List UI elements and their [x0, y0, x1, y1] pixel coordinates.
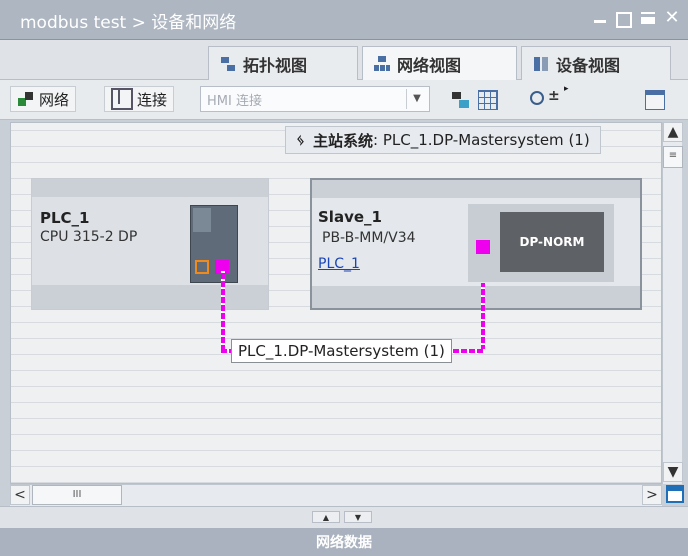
connection-type-select[interactable]: HMI 连接 ▼ [200, 86, 430, 112]
grid-view-icon[interactable] [478, 90, 498, 110]
device-plc1[interactable]: PLC_1 CPU 315-2 DP [31, 178, 269, 310]
cpu-module[interactable] [190, 205, 238, 283]
device-header-stripe [32, 179, 268, 197]
horizontal-scrollbar[interactable]: < III > [10, 484, 662, 506]
window-title: modbus test > 设备和网络 [20, 13, 237, 33]
close-icon[interactable]: ✕ [664, 9, 680, 27]
master-system-prefix: 主站系统 [313, 131, 374, 150]
pin-icon[interactable]: ᛃ [296, 131, 305, 149]
scroll-right-button[interactable]: > [642, 485, 662, 505]
connect-icon [111, 88, 133, 110]
master-system-value: : PLC_1.DP-Mastersystem (1) [373, 131, 590, 149]
tab-label: 设备视图 [556, 55, 621, 75]
collapse-down-icon[interactable]: ▼ [344, 511, 372, 523]
scroll-up-button[interactable]: ▲ [663, 122, 683, 142]
dp-port-icon[interactable] [476, 240, 490, 254]
expand-up-icon[interactable]: ▲ [312, 511, 340, 523]
zoom-control[interactable]: ± ▸ [530, 84, 569, 110]
device-header-stripe [312, 180, 640, 198]
tab-label: 拓扑视图 [243, 55, 308, 75]
view-tabs-bar: 拓扑视图 网络视图 设备视图 [0, 40, 688, 80]
minimize-icon[interactable] [592, 10, 608, 26]
network-button[interactable]: 网络 [10, 86, 77, 112]
chevron-down-icon[interactable]: ▼ [406, 89, 427, 109]
master-link[interactable]: PLC_1 [318, 256, 360, 272]
profibus-line-plc[interactable] [221, 271, 225, 351]
device-footer-stripe [312, 286, 640, 308]
device-view-icon [532, 55, 550, 73]
master-system-indicator[interactable]: ᛃ 主站系统 : PLC_1.DP-Mastersystem (1) [285, 126, 601, 154]
tab-device-view[interactable]: 设备视图 [521, 46, 671, 80]
window-controls: ✕ [592, 9, 680, 28]
topology-view-icon [219, 55, 237, 73]
device-type: PB-B-MM/V34 [322, 230, 416, 246]
profibus-line-slave[interactable] [481, 283, 485, 351]
maximize-icon[interactable] [640, 10, 656, 26]
network-button-label: 网络 [39, 90, 70, 109]
title-bar: modbus test > 设备和网络 ✕ [0, 0, 688, 40]
device-name: PLC_1 [40, 209, 90, 227]
network-data-label: 网络数据 [316, 535, 372, 551]
dp-norm-module: DP-NORM [500, 212, 604, 272]
show-devices-icon[interactable] [452, 90, 472, 110]
restore-icon[interactable] [616, 12, 632, 28]
slave-module[interactable]: DP-NORM [468, 204, 614, 282]
scroll-down-button[interactable]: ▼ [663, 462, 683, 482]
mpi-port-icon[interactable] [195, 260, 209, 274]
vertical-scroll-thumb[interactable]: ≡ [663, 146, 683, 168]
device-type: CPU 315-2 DP [40, 229, 138, 245]
network-view-icon [373, 55, 391, 73]
tab-network-view[interactable]: 网络视图 [362, 46, 517, 80]
device-name: Slave_1 [318, 208, 382, 226]
connection-type-value: HMI 连接 [207, 94, 262, 109]
cpu-led-panel [193, 208, 211, 232]
network-icon [17, 90, 35, 108]
zoom-dropdown-icon: ± [548, 88, 560, 104]
connect-button-label: 连接 [137, 90, 168, 109]
zoom-icon [530, 91, 544, 105]
overview-navigation-icon[interactable] [666, 485, 684, 503]
caret-right-icon: ▸ [564, 84, 569, 94]
network-data-tab[interactable]: 网络数据 [0, 528, 688, 556]
panel-splitter[interactable]: ▲ ▼ [0, 506, 688, 528]
scroll-left-button[interactable]: < [10, 485, 30, 505]
device-footer-stripe [32, 285, 268, 309]
network-canvas[interactable]: PLC_1 CPU 315-2 DP Slave_1 PB-B-MM/V34 P… [10, 122, 662, 484]
panel-toggle-icon[interactable] [645, 90, 665, 110]
tab-label: 网络视图 [397, 55, 462, 75]
master-system-label[interactable]: PLC_1.DP-Mastersystem (1) [231, 339, 452, 363]
horizontal-scroll-thumb[interactable]: III [32, 485, 122, 505]
device-slave1[interactable]: Slave_1 PB-B-MM/V34 PLC_1 DP-NORM [310, 178, 642, 310]
vertical-scrollbar[interactable]: ▲ ≡ ▼ [662, 122, 683, 484]
tab-topology-view[interactable]: 拓扑视图 [208, 46, 358, 80]
connect-button[interactable]: 连接 [104, 86, 175, 112]
